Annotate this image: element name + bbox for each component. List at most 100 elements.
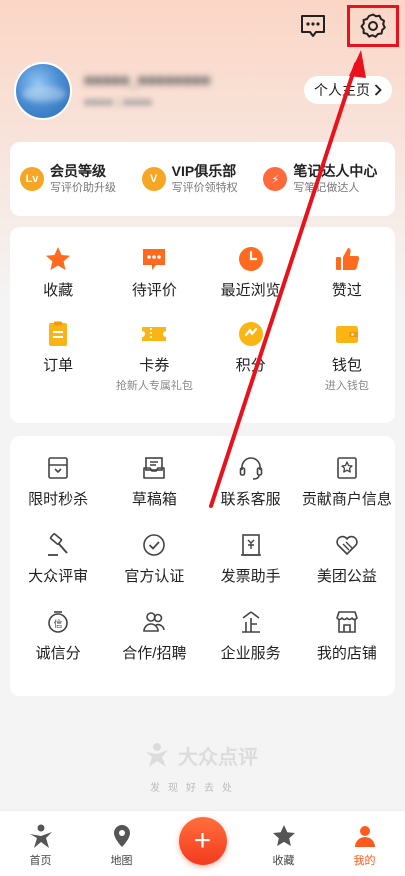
vip-club-sub: 写评价领特权 [171,182,238,194]
grid-label: 诚信分 [35,645,81,662]
grid-label: 卡券 [139,357,170,374]
note-center-item[interactable]: ⚡ 笔记达人中心 写笔记做达人 [263,162,385,196]
wallet-icon [333,320,361,348]
grid-item-favorites[interactable]: 收藏 [10,245,106,300]
grid-item-certification[interactable]: 官方认证 [106,531,202,586]
order-icon [44,320,72,348]
grid-item-recent[interactable]: 最近浏览 [203,245,299,300]
grid-label: 限时秒杀 [28,491,89,508]
grid-item-liked[interactable]: 赞过 [299,245,395,300]
grid-label: 赞过 [331,282,362,299]
homepage-label: 个人主页 [314,82,370,98]
grid-label: 订单 [43,357,74,374]
nav-favorites[interactable]: 收藏 [243,811,324,876]
map-pin-icon [113,825,130,847]
profile-icon [354,826,375,847]
grid-label: 美团公益 [316,568,377,585]
user-info-blurred: ■■■■ | ■■■■ [84,95,152,109]
nav-label: 首页 [29,855,52,867]
grid-item-invoice[interactable]: 发票助手 [203,531,299,586]
plus-icon: + [178,817,227,865]
grid-label: 最近浏览 [220,282,281,299]
vip-club-item[interactable]: V VIP俱乐部 写评价领特权 [141,162,264,196]
homepage-button[interactable]: 个人主页 [304,76,392,104]
grid-sub: 进入钱包 [324,380,369,392]
chevron-right-icon [374,84,382,96]
svg-text:信: 信 [54,618,63,630]
gear-icon [360,13,386,38]
home-icon [29,824,52,848]
grid-item-wallet[interactable]: 钱包 进入钱包 [299,320,395,393]
nav-label: 我的 [353,855,376,867]
grid-item-contribute[interactable]: 贡献商户信息 [299,454,395,509]
grid-item-public-review[interactable]: 大众评审 [10,531,106,586]
grid-label: 收藏 [43,282,74,299]
lightning-icon: ⚡ [263,167,288,191]
grid-item-coupons[interactable]: 卡券 抢新人专属礼包 [106,320,202,393]
member-level-title: 会员等级 [50,163,106,179]
grid-item-drafts[interactable]: 草稿箱 [106,454,202,509]
member-level-sub: 写评价助升级 [50,182,116,194]
star-icon [44,245,72,273]
note-center-sub: 写笔记做达人 [293,182,360,194]
credit-icon: 信 [44,608,72,636]
enterprise-icon [237,608,265,636]
gavel-icon [44,531,72,559]
primary-grid: 收藏 待评价 最近浏览 赞过 订单 卡券 抢新人专属礼包 积分 钱包 进入钱包 [10,227,395,423]
grid-label: 大众评审 [28,568,89,585]
comment-icon [140,245,168,273]
headset-icon [237,454,265,482]
member-card: Lv 会员等级 写评价助升级 V VIP俱乐部 写评价领特权 ⚡ 笔记达人中心 … [10,142,395,216]
people-icon [140,608,168,636]
top-bar [293,5,399,47]
brand-slogan: 发现好去处 [150,783,240,794]
grid-item-orders[interactable]: 订单 [10,320,106,393]
settings-button[interactable] [347,5,399,47]
message-icon [301,15,325,37]
username-blurred: ■■■■■_■■■■■■■■ [84,72,211,89]
invoice-icon [237,531,265,559]
nav-mine[interactable]: 我的 [324,811,405,876]
nav-map[interactable]: 地图 [81,811,162,876]
grid-label: 企业服务 [220,645,281,662]
nav-label: 地图 [110,855,133,867]
vip-icon: V [141,167,166,191]
grid-sub: 抢新人专属礼包 [115,380,193,392]
badge-icon [333,454,361,482]
grid-item-customer-service[interactable]: 联系客服 [203,454,299,509]
grid-label: 草稿箱 [131,491,177,508]
grid-item-pending-review[interactable]: 待评价 [106,245,202,300]
grid-label: 积分 [235,357,266,374]
level-icon: Lv [20,167,44,191]
grid-item-cooperation[interactable]: 合作/招聘 [106,608,202,663]
grid-label: 我的店铺 [316,645,377,662]
grid-item-credit[interactable]: 信 诚信分 [10,608,106,663]
thumbs-up-icon [333,245,361,273]
grid-label: 贡献商户信息 [301,491,392,508]
grid-item-flash-sale[interactable]: 限时秒杀 [10,454,106,509]
brand-logo-icon [146,743,168,767]
member-level-item[interactable]: Lv 会员等级 写评价助升级 [20,162,142,196]
services-grid: 限时秒杀 草稿箱 联系客服 贡献商户信息 大众评审 官方认证 发票助手 美团公益… [10,436,395,696]
clock-icon [237,245,265,273]
nav-home[interactable]: 首页 [0,811,81,876]
avatar[interactable] [14,62,72,120]
nav-label: 收藏 [272,855,295,867]
flash-sale-icon [44,454,72,482]
star-icon [272,825,295,846]
grid-item-my-shop[interactable]: 我的店铺 [299,608,395,663]
note-center-title: 笔记达人中心 [293,163,378,179]
vip-club-title: VIP俱乐部 [171,163,237,179]
ticket-icon [140,320,168,348]
grid-item-charity[interactable]: 美团公益 [299,531,395,586]
shop-icon [333,608,361,636]
message-button[interactable] [293,8,333,44]
grid-item-enterprise[interactable]: 企业服务 [203,608,299,663]
charity-icon [333,531,361,559]
grid-label: 官方认证 [124,568,185,585]
grid-item-points[interactable]: 积分 [203,320,299,393]
grid-label: 发票助手 [220,568,281,585]
grid-label: 合作/招聘 [122,645,187,662]
grid-label: 联系客服 [220,491,281,508]
nav-publish[interactable]: + [162,811,243,876]
